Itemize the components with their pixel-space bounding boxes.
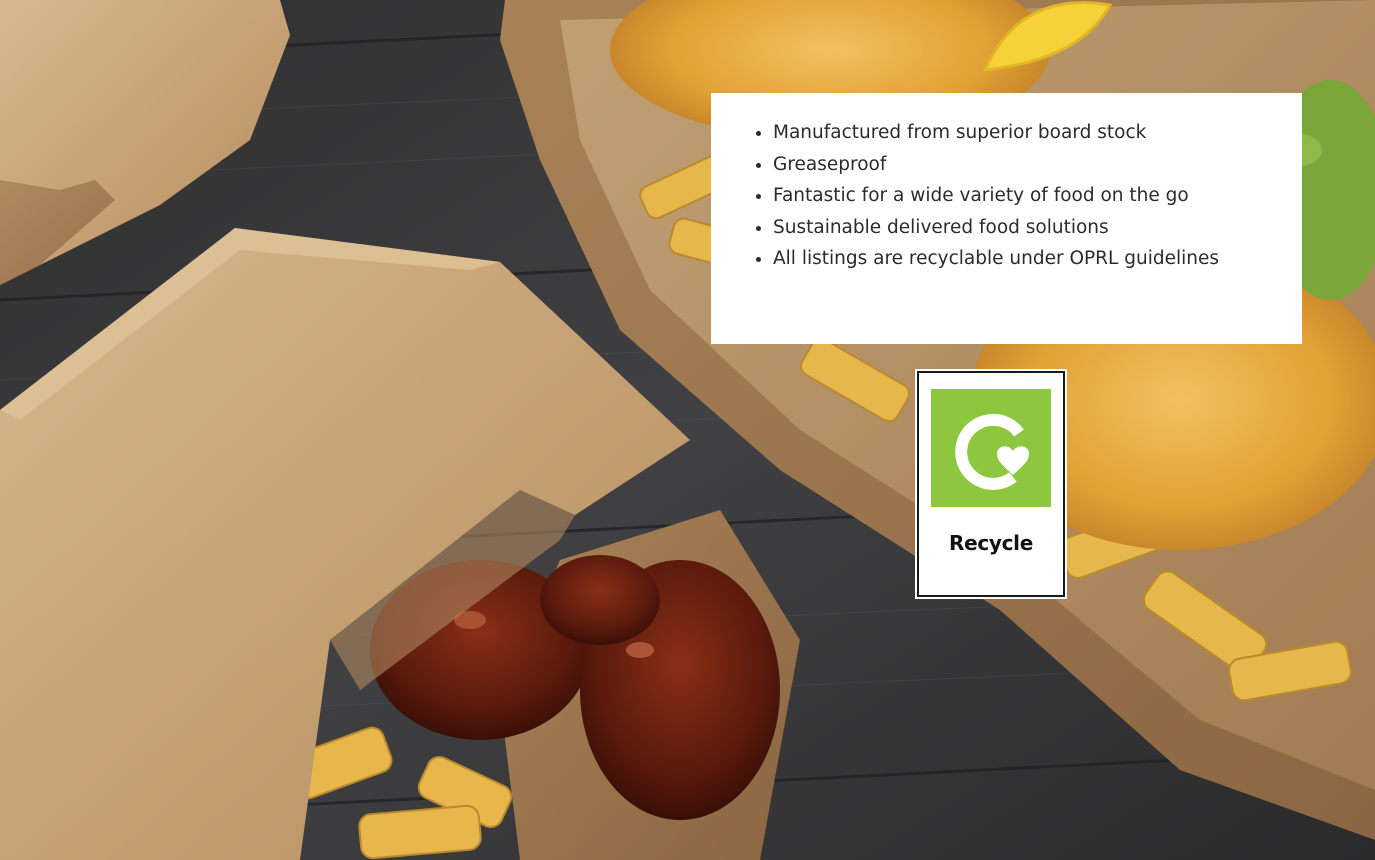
feature-item: Sustainable delivered food solutions (773, 212, 1282, 244)
feature-item: Manufactured from superior board stock (773, 117, 1282, 149)
recycle-label: Recycle (948, 531, 1034, 555)
features-list: Manufactured from superior board stock G… (753, 117, 1282, 275)
recycle-icon (931, 389, 1051, 507)
recycle-badge: Recycle (917, 371, 1065, 597)
features-card: Manufactured from superior board stock G… (711, 93, 1302, 344)
feature-item: All listings are recyclable under OPRL g… (773, 243, 1282, 275)
feature-item: Greaseproof (773, 149, 1282, 181)
feature-item: Fantastic for a wide variety of food on … (773, 180, 1282, 212)
